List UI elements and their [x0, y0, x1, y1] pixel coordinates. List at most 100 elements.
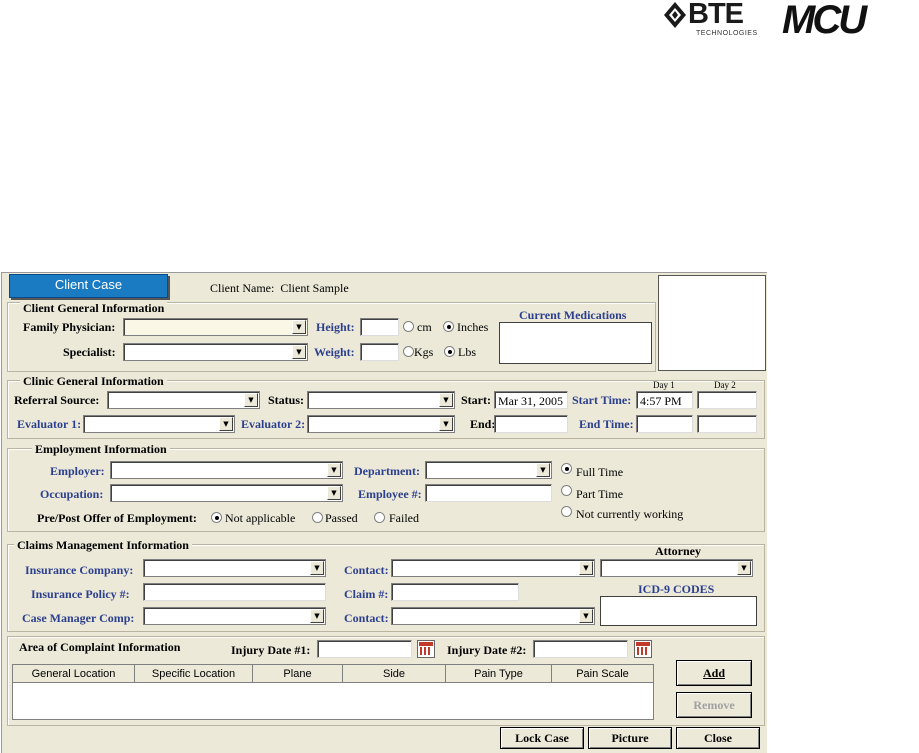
close-button[interactable]: Close — [676, 727, 760, 749]
family-physician-label: Family Physician: — [23, 320, 116, 334]
column-header[interactable]: General Location — [13, 665, 135, 683]
complaint-table[interactable]: General Location Specific Location Plane… — [12, 664, 654, 720]
bte-wordmark: BTE — [688, 0, 744, 30]
weight-label: Weight: — [314, 345, 355, 359]
current-medications-label: Current Medications — [519, 308, 627, 322]
not-applicable-radio[interactable] — [211, 512, 222, 523]
chevron-down-icon[interactable]: ▼ — [579, 561, 593, 575]
height-input[interactable] — [360, 318, 399, 336]
not-working-radio[interactable] — [561, 506, 572, 517]
client-photo — [658, 275, 766, 371]
client-general-legend: Client General Information — [20, 301, 168, 316]
contact2-label: Contact: — [344, 611, 389, 625]
end-label: End: — [470, 417, 496, 431]
day2-label: Day 2 — [714, 380, 736, 390]
start-time-day1-input[interactable]: 4:57 PM — [636, 391, 693, 409]
chevron-down-icon[interactable]: ▼ — [310, 561, 324, 575]
part-time-radio[interactable] — [561, 485, 572, 496]
column-header[interactable]: Pain Type — [446, 665, 552, 683]
mcu-logo: MCU — [782, 0, 867, 42]
remove-button[interactable]: Remove — [676, 692, 752, 718]
employer-label: Employer: — [50, 464, 105, 478]
chevron-down-icon[interactable]: ▼ — [536, 463, 550, 477]
insurance-company-label: Insurance Company: — [25, 563, 134, 577]
complaint-legend: Area of Complaint Information — [16, 640, 184, 655]
employer-select[interactable]: ▼ — [110, 461, 343, 479]
chevron-down-icon[interactable]: ▼ — [292, 345, 306, 359]
inches-radio[interactable] — [443, 321, 454, 332]
case-manager-select[interactable]: ▼ — [143, 607, 326, 625]
employment-legend: Employment Information — [32, 442, 170, 457]
height-label: Height: — [316, 320, 355, 334]
end-time-day2-input[interactable] — [697, 415, 757, 433]
occupation-label: Occupation: — [40, 487, 104, 501]
occupation-select[interactable]: ▼ — [110, 484, 343, 502]
status-select[interactable]: ▼ — [307, 391, 455, 409]
contact2-select[interactable]: ▼ — [391, 607, 595, 625]
start-time-day2-input[interactable] — [697, 391, 757, 409]
cm-label: cm — [417, 320, 432, 334]
calendar1-icon[interactable] — [417, 640, 435, 658]
column-header[interactable]: Side — [343, 665, 446, 683]
not-working-label: Not currently working — [576, 507, 684, 521]
failed-label: Failed — [389, 511, 419, 525]
start-time-label: Start Time: — [572, 393, 632, 407]
specialist-select[interactable]: ▼ — [123, 343, 308, 361]
column-header[interactable]: Specific Location — [135, 665, 253, 683]
failed-radio[interactable] — [374, 512, 385, 523]
evaluator1-label: Evaluator 1: — [17, 417, 82, 431]
injury-date1-input[interactable] — [317, 640, 412, 658]
add-button[interactable]: Add — [676, 660, 752, 686]
part-time-label: Part Time — [576, 487, 624, 501]
bte-subtitle: TECHNOLOGIES — [696, 30, 758, 37]
chevron-down-icon[interactable]: ▼ — [439, 417, 453, 431]
icd9-box[interactable] — [600, 596, 757, 626]
claim-no-input[interactable] — [391, 583, 519, 601]
tab-client-case[interactable]: Client Case — [9, 274, 168, 298]
evaluator1-select[interactable]: ▼ — [83, 415, 235, 433]
chevron-down-icon[interactable]: ▼ — [292, 320, 306, 334]
column-header[interactable]: Pain Scale — [552, 665, 653, 683]
chevron-down-icon[interactable]: ▼ — [327, 463, 341, 477]
full-time-radio[interactable] — [561, 463, 572, 474]
start-label: Start: — [461, 393, 491, 407]
chevron-down-icon[interactable]: ▼ — [737, 561, 751, 575]
injury-date2-input[interactable] — [533, 640, 628, 658]
insurance-company-select[interactable]: ▼ — [143, 559, 326, 577]
department-select[interactable]: ▼ — [425, 461, 552, 479]
chevron-down-icon[interactable]: ▼ — [219, 417, 233, 431]
lock-case-button[interactable]: Lock Case — [500, 727, 584, 749]
picture-button[interactable]: Picture — [588, 727, 672, 749]
kgs-radio[interactable] — [403, 346, 414, 357]
current-medications-box[interactable] — [499, 322, 652, 364]
chevron-down-icon[interactable]: ▼ — [579, 609, 593, 623]
start-date-input[interactable]: Mar 31, 2005 — [494, 391, 568, 409]
end-date-input[interactable] — [494, 415, 568, 433]
client-name: Client Name: Client Sample — [210, 281, 349, 295]
contact-label: Contact: — [344, 563, 389, 577]
end-time-label: End Time: — [579, 417, 634, 431]
claims-legend: Claims Management Information — [14, 538, 192, 553]
employee-no-input[interactable] — [425, 484, 552, 502]
weight-input[interactable] — [360, 343, 399, 361]
calendar2-icon[interactable] — [634, 640, 652, 658]
full-time-label: Full Time — [576, 465, 624, 479]
insurance-policy-input[interactable] — [143, 583, 326, 601]
cm-radio[interactable] — [403, 321, 414, 332]
chevron-down-icon[interactable]: ▼ — [244, 393, 258, 407]
evaluator2-select[interactable]: ▼ — [307, 415, 455, 433]
chevron-down-icon[interactable]: ▼ — [439, 393, 453, 407]
specialist-label: Specialist: — [63, 345, 116, 359]
family-physician-select[interactable]: ▼ — [123, 318, 308, 336]
attorney-select[interactable]: ▼ — [600, 559, 753, 577]
lbs-radio[interactable] — [444, 346, 455, 357]
referral-source-select[interactable]: ▼ — [107, 391, 260, 409]
bte-diamond-icon — [664, 2, 686, 28]
passed-radio[interactable] — [312, 512, 323, 523]
column-header[interactable]: Plane — [253, 665, 343, 683]
chevron-down-icon[interactable]: ▼ — [327, 486, 341, 500]
contact-select[interactable]: ▼ — [391, 559, 595, 577]
end-time-day1-input[interactable] — [636, 415, 693, 433]
chevron-down-icon[interactable]: ▼ — [310, 609, 324, 623]
referral-source-label: Referral Source: — [14, 393, 100, 407]
